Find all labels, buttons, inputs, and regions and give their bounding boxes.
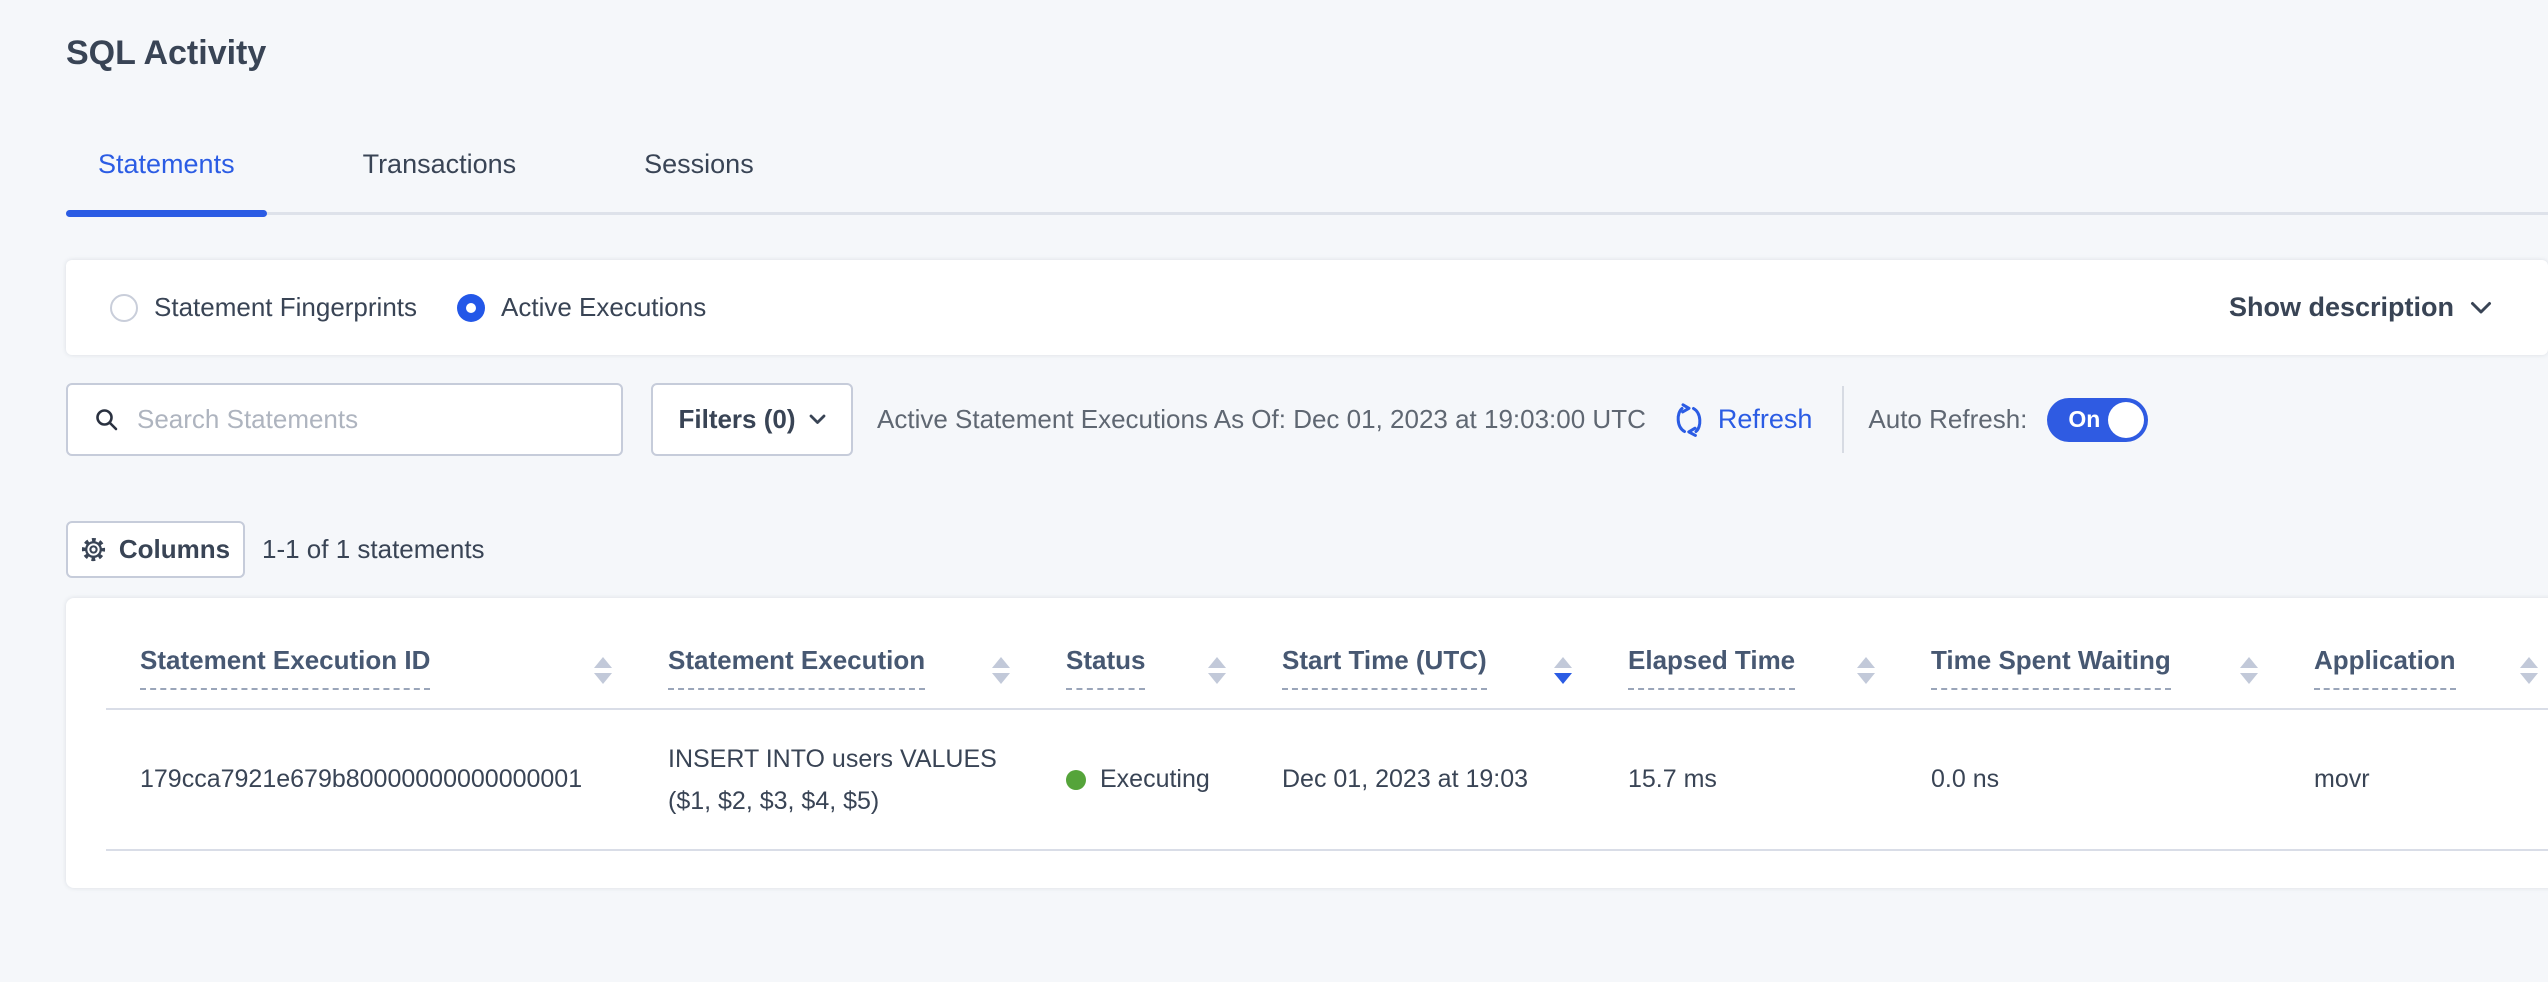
sort-arrows[interactable] — [1554, 657, 1572, 684]
sort-arrows[interactable] — [1857, 657, 1875, 684]
statement-line-1: INSERT INTO users VALUES — [668, 738, 997, 780]
column-header-elapsed-time[interactable]: Elapsed Time — [1594, 598, 1897, 708]
column-header-statement-execution-id[interactable]: Statement Execution ID — [106, 598, 634, 708]
statement-line-2: ($1, $2, $3, $4, $5) — [668, 780, 879, 822]
toggle-knob[interactable] — [2108, 402, 2144, 438]
column-header-time-spent-waiting[interactable]: Time Spent Waiting — [1897, 598, 2280, 708]
status-label: Executing — [1100, 765, 1210, 794]
cell-statement: INSERT INTO users VALUES ($1, $2, $3, $4… — [634, 710, 1032, 849]
columns-label: Columns — [119, 534, 230, 565]
radio-statement-fingerprints[interactable]: Statement Fingerprints — [110, 292, 417, 323]
auto-refresh-label: Auto Refresh: — [1868, 404, 2027, 435]
filters-button[interactable]: Filters (0) — [651, 383, 853, 456]
filters-label: Filters (0) — [678, 404, 795, 435]
tab-sessions[interactable]: Sessions — [612, 146, 786, 212]
cell-elapsed-time: 15.7 ms — [1594, 710, 1897, 849]
cell-time-spent-waiting: 0.0 ns — [1897, 710, 2280, 849]
column-header-application[interactable]: Application — [2280, 598, 2548, 708]
refresh-label: Refresh — [1718, 404, 1813, 435]
cell-application: movr — [2280, 710, 2548, 849]
search-box[interactable] — [66, 383, 623, 456]
column-header-start-time[interactable]: Start Time (UTC) — [1248, 598, 1594, 708]
search-icon — [94, 407, 119, 432]
toolbar-divider — [1842, 386, 1844, 453]
refresh-icon — [1672, 403, 1706, 437]
show-description-button[interactable]: Show description — [2229, 292, 2492, 323]
as-of-timestamp: Active Statement Executions As Of: Dec 0… — [877, 404, 1646, 435]
page-title: SQL Activity — [66, 0, 2548, 74]
cell-status: Executing — [1032, 710, 1248, 849]
auto-refresh-toggle[interactable]: On — [2047, 398, 2148, 442]
table-row: 179cca7921e679b80000000000000001 INSERT … — [106, 710, 2548, 851]
sort-arrows[interactable] — [1208, 657, 1226, 684]
view-mode-card: Statement Fingerprints Active Executions… — [66, 260, 2548, 355]
tab-statements[interactable]: Statements — [66, 146, 267, 212]
sql-activity-page: SQL Activity Statements Transactions Ses… — [0, 0, 2548, 888]
refresh-button[interactable]: Refresh — [1672, 403, 1813, 437]
sort-arrows[interactable] — [992, 657, 1010, 684]
show-description-label: Show description — [2229, 292, 2454, 323]
radio-label: Statement Fingerprints — [154, 292, 417, 323]
sort-arrows[interactable] — [2240, 657, 2258, 684]
tab-bar: Statements Transactions Sessions — [66, 146, 2548, 215]
toggle-state-label: On — [2068, 406, 2100, 433]
results-count: 1-1 of 1 statements — [262, 534, 485, 565]
sort-arrows[interactable] — [594, 657, 612, 684]
gear-icon — [81, 537, 106, 562]
columns-button[interactable]: Columns — [66, 521, 245, 578]
search-input[interactable] — [135, 403, 575, 436]
statements-table: Statement Execution ID Statement Executi… — [66, 598, 2548, 888]
radio-active-executions[interactable]: Active Executions — [457, 292, 706, 323]
tab-transactions[interactable]: Transactions — [331, 146, 549, 212]
chevron-down-icon — [809, 414, 826, 425]
sort-arrows[interactable] — [2520, 657, 2538, 684]
toolbar: Filters (0) Active Statement Executions … — [66, 383, 2548, 456]
radio-circle[interactable] — [110, 294, 138, 322]
column-header-statement-execution[interactable]: Statement Execution — [634, 598, 1032, 708]
column-header-status[interactable]: Status — [1032, 598, 1248, 708]
status-dot-icon — [1066, 770, 1086, 790]
radio-label: Active Executions — [501, 292, 706, 323]
cell-start-time: Dec 01, 2023 at 19:03 — [1248, 710, 1594, 849]
table-header-row: Statement Execution ID Statement Executi… — [106, 598, 2548, 710]
cell-execution-id: 179cca7921e679b80000000000000001 — [106, 710, 634, 849]
chevron-down-icon — [2470, 301, 2492, 315]
radio-circle[interactable] — [457, 294, 485, 322]
table-controls: Columns 1-1 of 1 statements — [66, 521, 2548, 578]
